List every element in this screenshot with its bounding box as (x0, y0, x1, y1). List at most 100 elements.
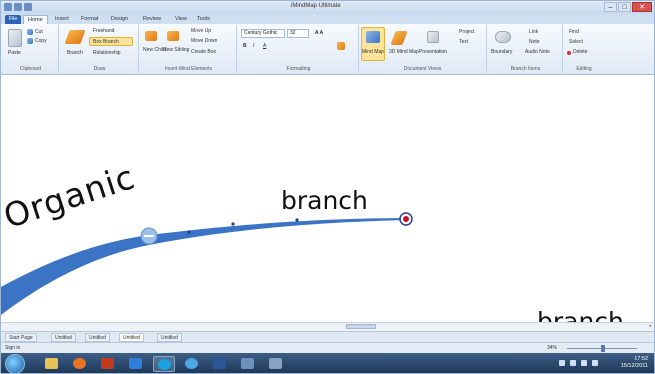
doc-tab-start-page[interactable]: Start Page (5, 333, 37, 342)
branch-text[interactable]: branch (281, 186, 368, 215)
move-up-button[interactable]: Move Up (191, 28, 211, 34)
clock[interactable]: 17:52 15/12/2011 (621, 356, 648, 370)
mind-map-button[interactable]: Mind Map (362, 49, 384, 55)
tab-view[interactable]: View (171, 15, 191, 24)
system-tray (559, 360, 598, 366)
new-sibling-button[interactable]: New Sibling (163, 47, 189, 53)
start-button[interactable] (5, 354, 25, 373)
delete-icon[interactable] (567, 51, 571, 55)
branch-text-offscreen[interactable]: branch (537, 307, 624, 322)
tab-insert[interactable]: Insert (51, 15, 73, 24)
branch-items-group: Boundary Link Note Audio Note Branch Ite… (489, 25, 563, 73)
branch-button[interactable]: Branch (67, 50, 83, 56)
taskbar-skype[interactable] (153, 356, 175, 372)
mind-map-canvas[interactable]: Organic branch branch (1, 75, 654, 322)
scroll-right-icon[interactable]: ▸ (649, 323, 652, 329)
copy-icon[interactable] (27, 38, 33, 44)
box-branch-button[interactable]: Box Branch (93, 39, 119, 45)
minimize-button[interactable]: – (604, 2, 617, 12)
boundary-button[interactable]: Boundary (491, 49, 512, 55)
tray-icon[interactable] (570, 360, 576, 366)
skype-icon (158, 359, 171, 370)
save-icon[interactable] (14, 3, 22, 11)
tab-review[interactable]: Review (139, 15, 165, 24)
volume-icon[interactable] (592, 360, 598, 366)
taskbar-explorer[interactable] (41, 356, 63, 372)
presentation-button[interactable]: Presentation (419, 49, 447, 55)
presentation-icon[interactable] (427, 31, 439, 43)
editing-group: Find Select Delete Editing (563, 25, 605, 73)
tab-format[interactable]: Format (77, 15, 102, 24)
3d-mind-map-button[interactable]: 3D Mind Map (389, 49, 419, 55)
zoom-slider-handle[interactable] (601, 345, 605, 352)
text-view-button[interactable]: Text (459, 39, 468, 45)
doc-tab-untitled-4[interactable]: Untitled (157, 333, 182, 342)
relationship-button[interactable]: Relationship (93, 50, 121, 56)
select-button[interactable]: Select (569, 39, 583, 45)
taskbar-firefox[interactable] (69, 356, 91, 372)
highlight-icon[interactable] (337, 42, 345, 50)
taskbar-media[interactable] (97, 356, 119, 372)
mind-map-icon[interactable] (366, 31, 380, 43)
windows-taskbar: 17:52 15/12/2011 (1, 353, 654, 373)
maximize-button[interactable]: □ (618, 2, 631, 12)
network-icon[interactable] (581, 360, 587, 366)
tab-design[interactable]: Design (107, 15, 132, 24)
boundary-icon[interactable] (495, 31, 511, 43)
tab-tools[interactable]: Tools (193, 15, 214, 24)
3d-mind-map-icon[interactable] (390, 31, 408, 45)
clock-date: 15/12/2011 (620, 363, 648, 369)
find-button[interactable]: Find (569, 29, 579, 35)
horizontal-scrollbar[interactable]: ▸ (1, 322, 654, 331)
branch-icon[interactable] (64, 30, 86, 44)
font-size-select[interactable]: 32 (287, 29, 309, 38)
taskbar-word[interactable] (209, 356, 231, 372)
tab-file[interactable]: File (5, 15, 21, 24)
firefox-icon (73, 358, 86, 369)
freehand-button[interactable]: Freehand (93, 28, 114, 34)
delete-button[interactable]: Delete (573, 49, 587, 55)
draw-group: Branch Freehand Box Branch Relationship … (61, 25, 139, 73)
italic-button[interactable]: I (253, 43, 254, 49)
clock-time: 17:52 (634, 356, 648, 362)
new-sibling-icon[interactable] (167, 31, 179, 41)
doc-tab-untitled-2[interactable]: Untitled (85, 333, 110, 342)
sign-in-link[interactable]: Sign in (5, 345, 20, 351)
doc-tab-untitled-3[interactable]: Untitled (119, 333, 144, 342)
doc-tab-untitled-1[interactable]: Untitled (51, 333, 76, 342)
scrollbar-thumb[interactable] (346, 324, 376, 329)
taskbar-app[interactable] (265, 356, 287, 372)
formatting-group-label: Formatting (286, 66, 311, 72)
tray-icon[interactable] (559, 360, 565, 366)
create-box-button[interactable]: Create Box (191, 49, 216, 55)
link-button[interactable]: Link (529, 29, 538, 35)
close-button[interactable]: ✕ (632, 2, 652, 12)
audio-note-button[interactable]: Audio Note (525, 49, 550, 55)
move-down-button[interactable]: Move Down (191, 38, 217, 44)
paste-button[interactable]: Paste (8, 50, 21, 56)
font-family-select[interactable]: Century Gothic (241, 29, 285, 38)
undo-icon[interactable] (24, 3, 32, 11)
copy-button[interactable]: Copy (35, 38, 47, 44)
grow-font-icon[interactable]: A A (315, 30, 323, 36)
bold-button[interactable]: B (243, 43, 247, 49)
branch-midpoint-dot (295, 218, 299, 222)
new-child-icon[interactable] (145, 31, 157, 41)
cut-icon[interactable] (27, 29, 33, 35)
media-player-icon (101, 358, 114, 369)
central-branch[interactable] (1, 218, 406, 315)
insert-group: New Child New Sibling Move Up Move Down … (141, 25, 237, 73)
branch-endpoint-handle[interactable] (403, 216, 409, 222)
cut-button[interactable]: Cut (35, 29, 43, 35)
underline-button[interactable]: A (263, 43, 266, 49)
taskbar-imindmap[interactable] (125, 356, 147, 372)
collapse-minus-icon[interactable] (144, 235, 154, 237)
taskbar-window[interactable] (237, 356, 259, 372)
tab-home[interactable]: Home (23, 15, 48, 24)
document-views-group: Mind Map 3D Mind Map Presentation Projec… (359, 25, 487, 73)
project-button[interactable]: Project (459, 29, 475, 35)
taskbar-globe[interactable] (181, 356, 203, 372)
paste-icon[interactable] (8, 29, 22, 47)
branch-items-group-label: Branch Items (510, 66, 541, 72)
note-button[interactable]: Note (529, 39, 540, 45)
